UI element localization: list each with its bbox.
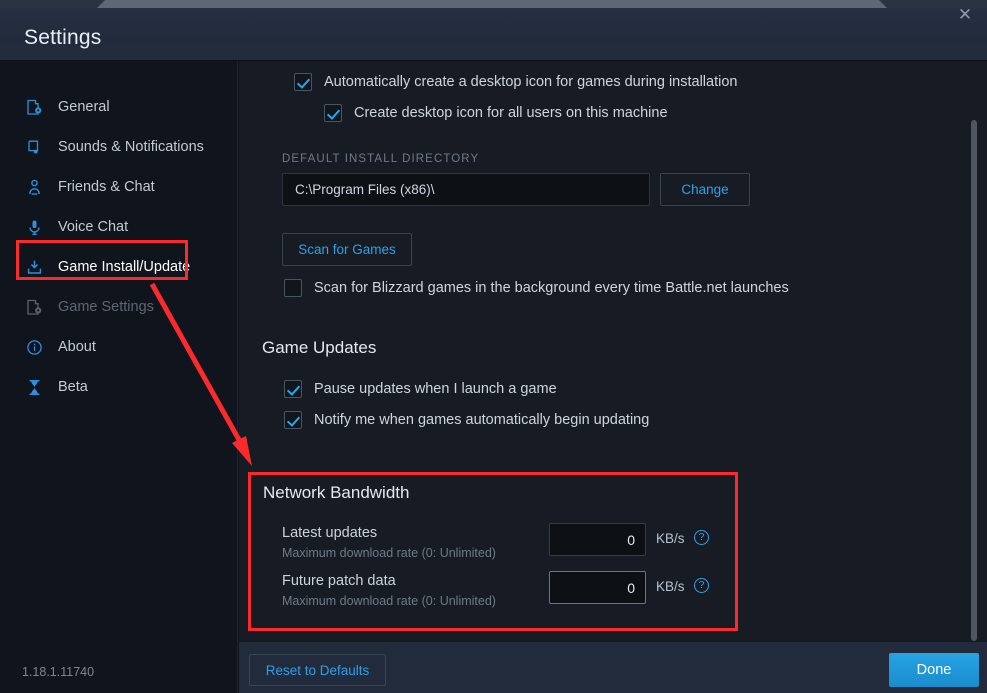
sidebar-nav: General Sounds & Notifications Friends &… [0, 87, 238, 407]
scrollbar-thumb[interactable] [971, 120, 977, 641]
sidebar-item-general[interactable]: General [0, 87, 238, 127]
all-users-checkbox-label: Create desktop icon for all users on thi… [354, 105, 668, 121]
download-icon [26, 257, 48, 277]
latest-updates-unit: KB/s [656, 531, 685, 546]
latest-updates-label: Latest updates [282, 525, 378, 541]
latest-updates-sublabel: Maximum download rate (0: Unlimited) [282, 546, 496, 560]
pause-updates-checkbox[interactable] [284, 380, 302, 398]
all-users-checkbox[interactable] [324, 104, 342, 122]
background-scan-checkbox-label: Scan for Blizzard games in the backgroun… [314, 280, 789, 296]
sidebar-item-label: Voice Chat [58, 219, 129, 235]
desktop-icon-checkbox-label: Automatically create a desktop icon for … [324, 74, 738, 90]
sidebar-item-game-settings[interactable]: Game Settings [0, 287, 238, 327]
pause-updates-checkbox-row[interactable]: Pause updates when I launch a game [284, 380, 557, 398]
notify-updates-checkbox-label: Notify me when games automatically begin… [314, 412, 650, 428]
future-patch-data-sublabel: Maximum download rate (0: Unlimited) [282, 594, 496, 608]
sidebar-item-label: About [58, 339, 96, 355]
install-directory-label: DEFAULT INSTALL DIRECTORY [282, 153, 480, 165]
sidebar-item-label: Sounds & Notifications [58, 139, 204, 155]
scan-for-games-button[interactable]: Scan for Games [282, 233, 412, 266]
settings-content: Automatically create a desktop icon for … [239, 61, 987, 641]
sidebar-item-label: General [58, 99, 110, 115]
sidebar-item-voice-chat[interactable]: Voice Chat [0, 207, 238, 247]
sidebar-item-label: Friends & Chat [58, 179, 155, 195]
sidebar-item-sounds-notifications[interactable]: Sounds & Notifications [0, 127, 238, 167]
future-patch-data-row: Future patch data Maximum download rate … [282, 571, 972, 619]
notify-updates-checkbox-row[interactable]: Notify me when games automatically begin… [284, 411, 649, 429]
footer-bar: Reset to Defaults Done [239, 641, 987, 693]
background-scan-checkbox-row[interactable]: Scan for Blizzard games in the backgroun… [284, 279, 789, 297]
beta-flask-icon [26, 377, 48, 397]
latest-updates-row: Latest updates Maximum download rate (0:… [282, 523, 972, 571]
sidebar-item-label: Game Settings [58, 299, 154, 315]
game-settings-icon [26, 297, 48, 317]
version-label: 1.18.1.11740 [22, 665, 95, 679]
install-directory-input[interactable]: C:\Program Files (x86)\ [282, 173, 650, 206]
sidebar: General Sounds & Notifications Friends &… [0, 61, 238, 693]
window-header: Settings [0, 8, 987, 61]
info-circle-icon [26, 337, 48, 357]
window-chrome-tab [97, 0, 887, 8]
sidebar-item-beta[interactable]: Beta [0, 367, 238, 407]
game-updates-heading: Game Updates [262, 338, 377, 357]
microphone-icon [26, 217, 48, 237]
sidebar-item-label: Beta [58, 379, 88, 395]
help-icon[interactable]: ? [694, 578, 709, 593]
general-gear-icon [26, 97, 48, 117]
desktop-icon-checkbox-row[interactable]: Automatically create a desktop icon for … [294, 73, 737, 91]
sidebar-item-friends-chat[interactable]: Friends & Chat [0, 167, 238, 207]
future-patch-data-unit: KB/s [656, 579, 685, 594]
desktop-icon-checkbox[interactable] [294, 73, 312, 91]
done-button[interactable]: Done [889, 653, 979, 687]
future-patch-data-rate-input[interactable]: 0 [549, 571, 646, 604]
sidebar-item-about[interactable]: About [0, 327, 238, 367]
pause-updates-checkbox-label: Pause updates when I launch a game [314, 381, 557, 397]
friends-person-icon [26, 177, 48, 197]
network-bandwidth-heading: Network Bandwidth [263, 483, 410, 502]
notify-updates-checkbox[interactable] [284, 411, 302, 429]
content-scrollbar[interactable] [969, 61, 979, 641]
all-users-checkbox-row[interactable]: Create desktop icon for all users on thi… [324, 104, 668, 122]
future-patch-data-label: Future patch data [282, 573, 396, 589]
sidebar-item-game-install-update[interactable]: Game Install/Update [0, 247, 238, 287]
page-title: Settings [24, 26, 102, 49]
settings-window: Settings ✕ General Sounds & Notification… [0, 0, 987, 693]
sidebar-item-label: Game Install/Update [58, 259, 191, 275]
close-icon[interactable]: ✕ [951, 0, 979, 28]
reset-to-defaults-button[interactable]: Reset to Defaults [249, 654, 386, 686]
help-icon[interactable]: ? [694, 530, 709, 545]
latest-updates-rate-input[interactable]: 0 [549, 523, 646, 556]
change-directory-button[interactable]: Change [660, 173, 750, 206]
background-scan-checkbox[interactable] [284, 279, 302, 297]
sound-note-icon [26, 137, 48, 157]
